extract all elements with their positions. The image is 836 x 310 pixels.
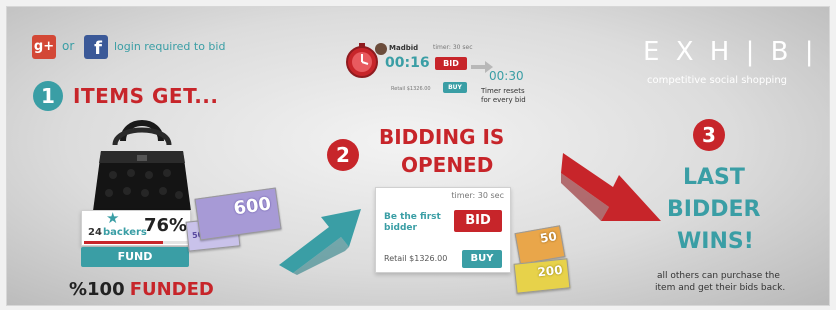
bill-200-value: 200 [536,262,564,280]
step-2-title-line1: BIDDING IS [379,125,505,149]
step-3-badge: 3 [693,119,725,151]
step-3-title-line2: BIDDER [667,197,761,222]
facebook-icon[interactable]: f [84,35,108,59]
brand-tagline: competitive social shopping [647,75,788,86]
brand-logo: E X H | B | A [643,37,829,67]
red-arrow-icon [561,153,661,221]
login-required-link[interactable]: login required to bid [114,40,225,53]
bid-prompt-line1: Be the first [384,212,441,222]
user-avatar [375,43,387,55]
small-bid-button[interactable]: BID [435,57,467,70]
bidder-name: Madbid [389,44,419,52]
star-icon: ★ [106,209,120,227]
step-3-note-line1: all others can purchase the [657,271,780,281]
backers-count: 24 [88,227,102,238]
infographic-frame: g+ or f login required to bid 1 ITEMS GE… [6,6,830,306]
reset-time: 00:30 [489,69,524,83]
step-1-badge: 1 [33,81,63,111]
backers-label: backers [103,227,147,238]
funding-percent: 76% [144,215,188,236]
reset-note-line2: for every bid [481,96,526,104]
login-row: g+ or f login required to bid [32,35,262,59]
bidding-card: timer: 30 sec Be the first bidder BID Re… [375,187,511,273]
funded-caption: %100 FUNDED [69,279,214,300]
step-2-title-line2: OPENED [401,153,494,177]
step-3-title-line3: WINS! [677,229,754,254]
bid-button[interactable]: BID [454,210,502,232]
step-3-title-line1: LAST [683,165,745,190]
step-3-note-line2: item and get their bids back. [655,283,786,293]
buy-button[interactable]: BUY [462,250,502,268]
funding-card: ★ 24 backers 76% [81,209,191,246]
small-buy-button[interactable]: BUY [443,82,467,93]
euro-bill-600: 600 [194,187,282,241]
bid-prompt-line2: bidder [384,223,417,233]
retail-price: Retail $1326.00 [384,254,448,263]
retail-price-small: Retail $1326.00 [391,86,431,92]
countdown-value: 00:16 [385,55,430,71]
infographic: g+ or f login required to bid 1 ITEMS GE… [0,0,836,310]
bill-600-value: 600 [232,193,273,220]
fund-button[interactable]: FUND [81,247,189,267]
timer-label-small: timer: 30 sec [433,44,473,51]
bidding-timer-label: timer: 30 sec [451,191,504,200]
timer-demo: Madbid timer: 30 sec 00:16 BID Retail $1… [343,37,529,104]
funding-progress-fill [84,241,164,244]
handbag-image [93,120,191,211]
funding-progress-track [84,241,188,244]
bill-50-value: 50 [539,229,558,246]
google-plus-icon[interactable]: g+ [32,35,56,59]
funded-word: FUNDED [129,279,214,300]
reset-note-line1: Timer resets [481,87,525,95]
or-text: or [62,39,75,53]
funded-prefix: %100 [69,279,125,300]
step-1-title: ITEMS GET... [73,84,219,108]
euro-bill-200: 200 [513,258,571,294]
step-2-badge: 2 [327,139,359,171]
teal-arrow-icon [279,209,361,275]
